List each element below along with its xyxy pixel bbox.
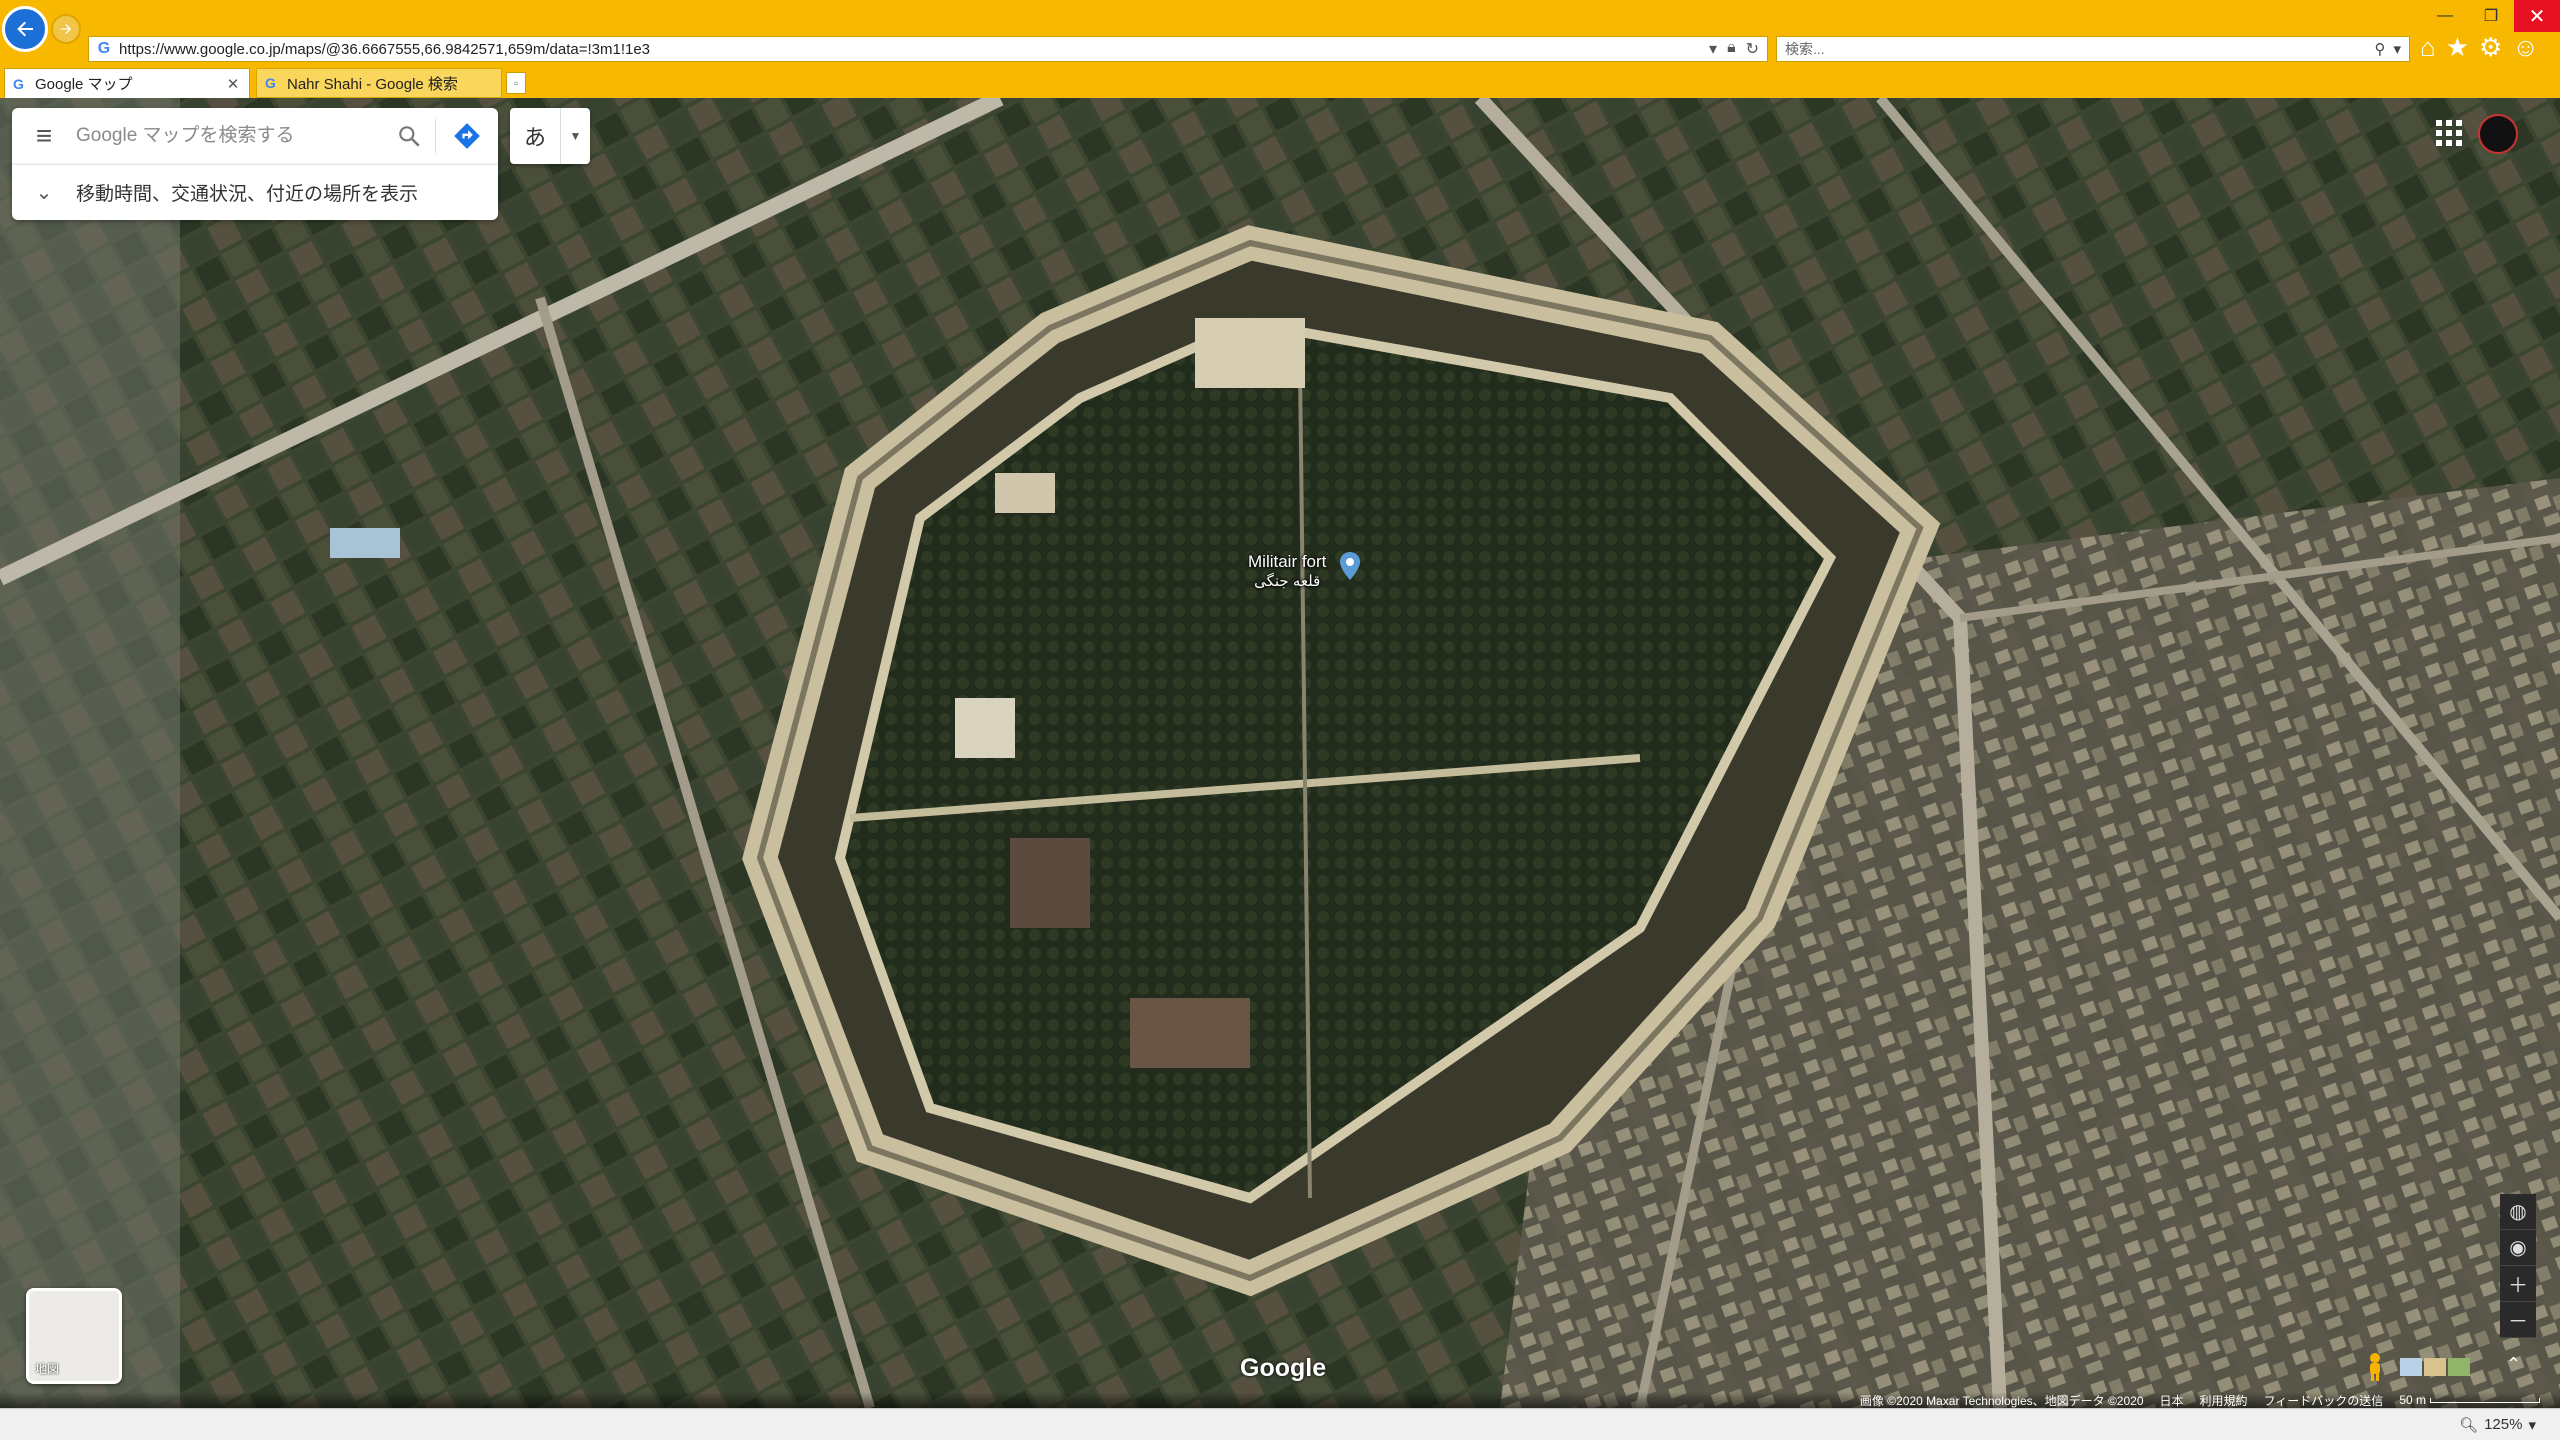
chevron-up-icon[interactable]: ⌃ — [2506, 1354, 2521, 1375]
pegman-icon[interactable] — [2362, 1352, 2388, 1382]
minimize-button[interactable]: — — [2422, 0, 2468, 32]
thumbnail-satellite[interactable] — [2448, 1358, 2470, 1376]
back-arrow-icon — [17, 21, 33, 37]
forward-arrow-icon — [60, 24, 72, 34]
zoom-level[interactable]: 125% — [2484, 1416, 2522, 1433]
thumbnail-map[interactable] — [2400, 1358, 2422, 1376]
browser-search-placeholder[interactable]: 検索... — [1785, 39, 2374, 59]
feedback-link[interactable]: フィードバックの送信 — [2264, 1392, 2384, 1409]
scale-label: 50 m — [2399, 1393, 2426, 1407]
home-icon[interactable]: ⌂ — [2420, 32, 2436, 63]
imagery-credit: 画像 ©2020 Maxar Technologies、地図データ ©2020 — [1859, 1393, 2144, 1408]
maps-search-input[interactable] — [76, 125, 383, 147]
status-bar: 🔍︎ 125% ▾ — [0, 1408, 2560, 1440]
scale-bar[interactable]: 50 m — [2399, 1393, 2540, 1407]
address-url[interactable]: https://www.google.co.jp/maps/@36.666755… — [119, 41, 1709, 58]
search-dropdown-icon[interactable]: ▾ — [2393, 40, 2401, 58]
search-icon[interactable]: ⚲ — [2374, 40, 2385, 58]
search-icon[interactable] — [383, 123, 435, 149]
directions-icon[interactable] — [436, 122, 498, 150]
tab-strip: G Google マップ ✕ G Nahr Shahi - Google 検索 … — [0, 66, 2560, 98]
map-controls: ◍ ◉ ＋ － — [2500, 1194, 2536, 1338]
tab-title: Google マップ — [35, 76, 133, 93]
place-label-local[interactable]: قلعه جنگی — [1248, 572, 1326, 592]
globe-icon[interactable]: ◍ — [2500, 1194, 2536, 1230]
gear-icon[interactable]: ⚙ — [2479, 32, 2502, 63]
ime-hiragana[interactable]: あ — [510, 120, 560, 152]
expander-text[interactable]: 移動時間、交通状況、付近の場所を表示 — [76, 179, 418, 206]
map-footer: 画像 ©2020 Maxar Technologies、地図データ ©2020 … — [0, 1392, 2560, 1408]
new-tab-button[interactable]: ▫ — [506, 72, 526, 94]
hamburger-icon[interactable]: ≡ — [12, 120, 76, 152]
refresh-icon[interactable]: ↻ — [1746, 39, 1759, 59]
input-tools-button[interactable]: あ ▼ — [510, 108, 590, 164]
thumbnail-terrain[interactable] — [2424, 1358, 2446, 1376]
zoom-icon[interactable]: 🔍︎ — [2459, 1416, 2478, 1434]
forward-button[interactable] — [51, 14, 81, 44]
zoom-dropdown-icon[interactable]: ▾ — [2528, 1416, 2536, 1434]
google-logo: Google — [1240, 1354, 1327, 1382]
google-favicon-icon: G — [97, 40, 111, 57]
google-favicon-icon: G — [265, 75, 276, 91]
dropdown-icon[interactable]: ▾ — [1709, 39, 1717, 59]
location-pin-icon[interactable] — [1340, 552, 1360, 580]
terms-link[interactable]: 利用規約 — [2200, 1392, 2248, 1409]
layer-label: 地図 — [35, 1362, 60, 1376]
region-link[interactable]: 日本 — [2160, 1392, 2184, 1409]
apps-grid-icon[interactable] — [2436, 120, 2462, 146]
zoom-in-button[interactable]: ＋ — [2500, 1266, 2536, 1302]
tab-google-maps[interactable]: G Google マップ ✕ — [4, 68, 250, 98]
browser-titlebar: G https://www.google.co.jp/maps/@36.6667… — [0, 0, 2560, 66]
scale-line — [2430, 1397, 2540, 1403]
address-bar[interactable]: G https://www.google.co.jp/maps/@36.6667… — [88, 36, 1768, 62]
close-icon[interactable]: ✕ — [225, 75, 241, 93]
place-label[interactable]: Militair fort قلعه جنگی — [1248, 552, 1326, 592]
layer-switcher[interactable]: 地図 — [26, 1288, 122, 1384]
zoom-out-button[interactable]: － — [2500, 1302, 2536, 1338]
tab-title: Nahr Shahi - Google 検索 — [287, 75, 458, 93]
caret-down-icon[interactable]: ▼ — [561, 129, 590, 143]
google-favicon-icon: G — [13, 75, 24, 92]
maps-search-box[interactable]: ≡ — [12, 108, 498, 164]
imagery-thumbnails[interactable] — [2400, 1358, 2470, 1376]
lock-icon[interactable]: 🔒︎ — [1727, 39, 1736, 59]
tab-nahr-shahi-search[interactable]: G Nahr Shahi - Google 検索 — [256, 68, 502, 98]
place-label-en[interactable]: Militair fort — [1248, 552, 1326, 572]
back-button[interactable] — [2, 6, 48, 52]
avatar[interactable] — [2478, 114, 2518, 154]
restore-button[interactable]: ❐ — [2468, 0, 2514, 32]
star-icon[interactable]: ★ — [2446, 32, 2469, 63]
satellite-imagery[interactable] — [0, 98, 2560, 1408]
traffic-expander[interactable]: ⌄ 移動時間、交通状況、付近の場所を表示 — [12, 164, 498, 220]
browser-search-box[interactable]: 検索... ⚲ ▾ — [1776, 36, 2410, 62]
satellite-map[interactable]: ≡ ⌄ 移動時間、交通状況、付近の場所を表示 あ ▼ Militair fort… — [0, 98, 2560, 1408]
smiley-icon[interactable]: ☺ — [2512, 32, 2539, 63]
compass-icon[interactable]: ◉ — [2500, 1230, 2536, 1266]
close-window-button[interactable]: ✕ — [2514, 0, 2560, 32]
chevron-down-icon[interactable]: ⌄ — [12, 180, 76, 205]
